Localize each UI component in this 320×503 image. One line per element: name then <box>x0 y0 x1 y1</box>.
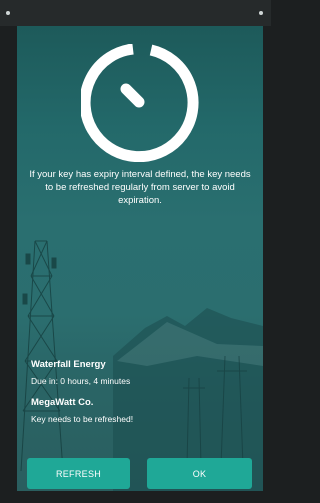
list-item: Waterfall Energy Due in: 0 hours, 4 minu… <box>31 358 251 387</box>
status-indicator-left <box>6 11 10 15</box>
key-list: Waterfall Energy Due in: 0 hours, 4 minu… <box>31 358 251 434</box>
key-status: Due in: 0 hours, 4 minutes <box>31 376 131 386</box>
key-expiry-dialog: If your key has expiry interval defined,… <box>17 26 263 491</box>
status-indicator-right <box>259 11 263 15</box>
refresh-button[interactable]: REFRESH <box>27 458 130 489</box>
key-status: Key needs to be refreshed! <box>31 414 134 424</box>
radio-tower-illustration <box>20 240 64 472</box>
key-name: Waterfall Energy <box>31 359 106 370</box>
list-item: MegaWatt Co. Key needs to be refreshed! <box>31 396 251 425</box>
ok-button[interactable]: OK <box>147 458 252 489</box>
status-bar <box>0 0 271 26</box>
expiry-message: If your key has expiry interval defined,… <box>29 169 251 206</box>
key-name: MegaWatt Co. <box>31 397 94 408</box>
timer-icon <box>81 44 199 162</box>
